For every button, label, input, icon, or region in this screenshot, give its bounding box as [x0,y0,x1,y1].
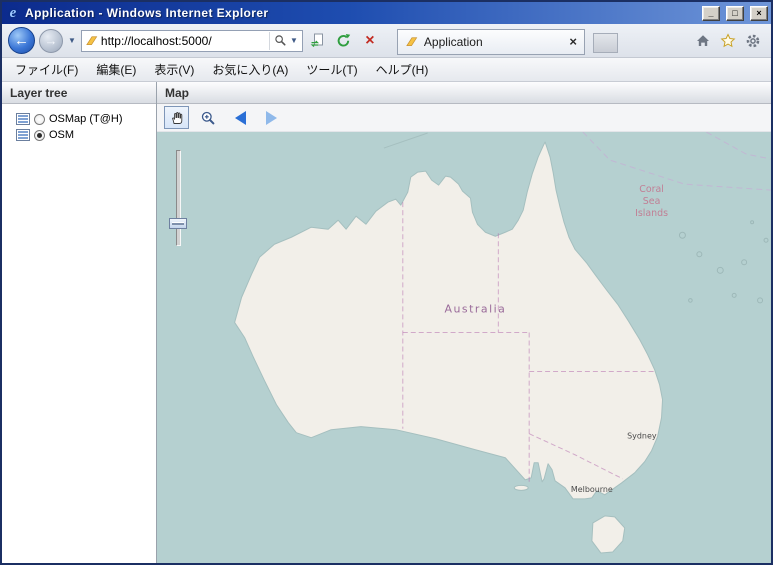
content-area: Layer tree OSMap (T@H) [2,82,771,563]
compatibility-view-button[interactable] [307,30,329,52]
maritime-boundary [583,132,771,190]
city-label-sydney: Sydney [627,432,657,441]
map-header: Map [157,82,771,104]
refresh-icon [336,33,351,48]
radio-osm[interactable] [34,130,45,141]
hand-icon [169,110,185,126]
zoom-tool-button[interactable] [195,106,220,129]
sea-label-line2: Sea [643,196,661,207]
chevron-down-icon[interactable]: ▼ [67,36,77,45]
layer-tree-header: Layer tree [2,82,156,104]
city-label-melbourne: Melbourne [571,485,613,494]
page-favicon-icon [405,35,418,48]
stop-icon: × [365,33,374,49]
layer-item-osmap[interactable]: OSMap (T@H) [16,111,154,127]
url-text: http://localhost:5000/ [101,34,266,48]
radio-osmap[interactable] [34,114,45,125]
sea-label-line3: Islands [635,208,668,219]
address-bar[interactable]: http://localhost:5000/ ▼ [81,30,303,52]
layer-label: OSMap (T@H) [49,113,123,125]
back-button[interactable]: ← [8,27,35,54]
layer-item-osm[interactable]: OSM [16,127,154,143]
maximize-button[interactable]: □ [726,6,744,21]
sea-label-line1: Coral [639,184,664,195]
map-svg: Australia Coral Sea Islands Sydney Melbo… [157,132,771,563]
window-title: Application - Windows Internet Explorer [25,6,696,20]
search-button[interactable]: ▼ [269,32,299,50]
tasmania-island [592,516,625,553]
minimize-button[interactable]: _ [702,6,720,21]
favorites-star-icon[interactable] [720,33,736,49]
stop-button[interactable]: × [359,30,381,52]
home-icon[interactable] [695,33,711,49]
pan-tool-button[interactable] [164,106,189,129]
ie-logo-icon: e [5,5,21,22]
navigation-bar: ← → ▼ http://localhost:5000/ ▼ [2,24,771,58]
country-label: Australia [445,302,507,315]
command-icons [695,33,765,49]
map-toolbar [157,104,771,132]
magnifier-plus-icon [200,110,216,126]
layer-icon [16,113,30,125]
gear-icon[interactable] [745,33,761,49]
layer-label: OSM [49,129,74,141]
map-panel: Map [157,82,771,563]
tab-label: Application [424,35,563,49]
browser-window: e Application - Windows Internet Explore… [0,0,773,565]
tab-application[interactable]: Application × [397,29,585,55]
layer-tree-panel: Layer tree OSMap (T@H) [2,82,157,563]
island-specks [679,221,768,303]
page-icon [310,33,325,48]
arrow-right-icon [266,111,277,125]
menu-view[interactable]: 表示(V) [145,58,203,81]
zoom-slider-thumb[interactable] [169,218,187,229]
menu-file[interactable]: ファイル(F) [6,58,87,81]
tab-close-button[interactable]: × [569,34,577,49]
menu-help[interactable]: ヘルプ(H) [367,58,438,81]
search-icon [274,34,287,47]
forward-button[interactable]: → [39,29,63,53]
maritime-boundary [706,132,771,159]
menu-edit[interactable]: 編集(E) [87,58,145,81]
previous-extent-button[interactable] [228,106,253,129]
coastline-fragment [384,133,428,148]
menu-favorites[interactable]: お気に入り(A) [203,58,297,81]
page-favicon-icon [85,34,98,47]
close-button[interactable]: × [750,6,768,21]
menu-tools[interactable]: ツール(T) [297,58,366,81]
kangaroo-island [514,485,528,490]
chevron-down-icon: ▼ [289,36,299,45]
layer-tree: OSMap (T@H) OSM [2,104,156,143]
next-extent-button[interactable] [259,106,284,129]
zoom-slider-track[interactable] [176,150,181,246]
map-canvas[interactable]: Australia Coral Sea Islands Sydney Melbo… [157,132,771,563]
refresh-button[interactable] [333,30,355,52]
menu-bar: ファイル(F) 編集(E) 表示(V) お気に入り(A) ツール(T) ヘルプ(… [2,58,771,82]
australia-landmass [235,142,663,499]
layer-icon [16,129,30,141]
arrow-left-icon [235,111,246,125]
titlebar: e Application - Windows Internet Explore… [2,2,771,24]
new-tab-button[interactable] [593,33,618,53]
